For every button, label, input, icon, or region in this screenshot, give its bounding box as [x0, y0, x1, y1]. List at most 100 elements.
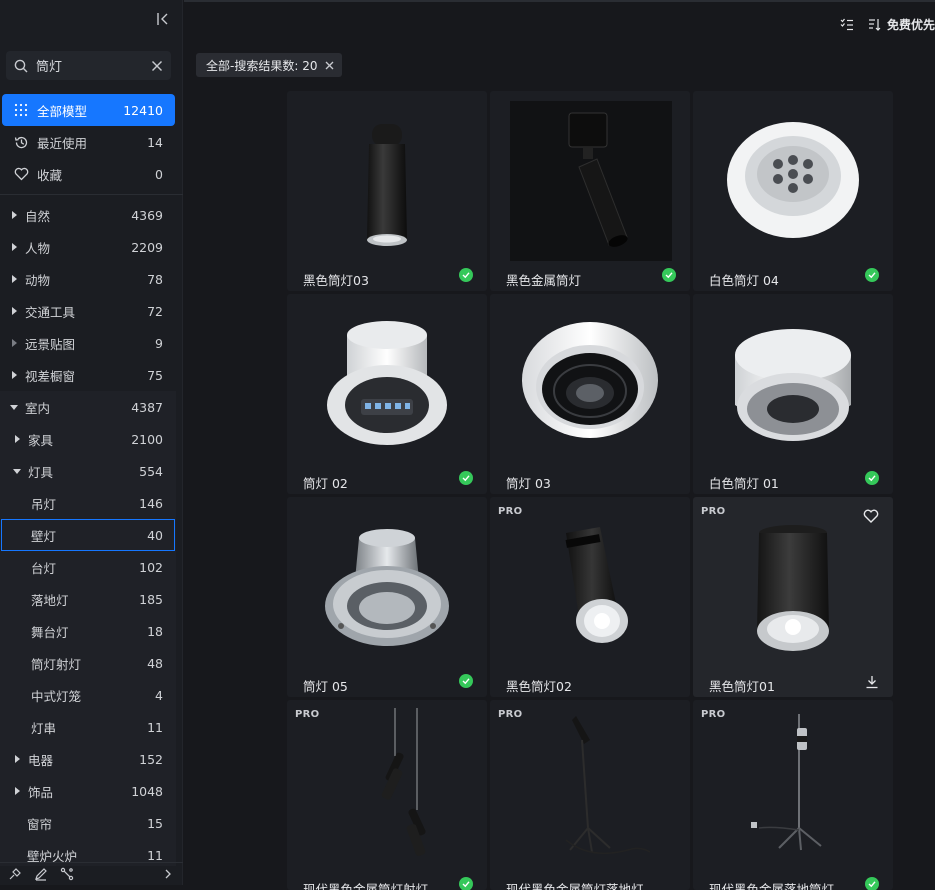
category-lighting[interactable]: 灯具 554	[0, 455, 183, 487]
model-card[interactable]: 白色筒灯 04	[693, 91, 893, 291]
category-furniture[interactable]: 家具 2100	[0, 423, 183, 455]
category-label: 远景贴图	[25, 336, 76, 352]
nav-count: 14	[147, 134, 163, 150]
top-actions: 免费优先	[840, 16, 935, 33]
model-card[interactable]: PRO 现代黑色金属筒灯射灯	[287, 700, 487, 890]
nav-count: 0	[155, 166, 163, 182]
model-card[interactable]: 黑色筒灯03	[287, 91, 487, 291]
category-count: 15	[147, 815, 163, 831]
collapse-sidebar-icon[interactable]	[156, 12, 170, 26]
category-wall-lamp[interactable]: 壁灯 40	[0, 519, 183, 551]
model-thumbnail	[693, 700, 893, 872]
category-label: 舞台灯	[31, 624, 69, 640]
category-count: 146	[139, 495, 163, 511]
category-label: 电器	[28, 752, 54, 768]
category-indoor[interactable]: 室内 4387	[0, 391, 183, 423]
category-floor-lamp[interactable]: 落地灯 185	[0, 583, 183, 615]
caret-right-icon	[11, 371, 17, 379]
filter-tag[interactable]: 全部-搜索结果数: 20	[196, 53, 343, 77]
model-thumbnail	[287, 294, 487, 466]
category-people[interactable]: 人物 2209	[0, 231, 183, 263]
downloaded-check-icon	[662, 268, 676, 282]
downloaded-check-icon	[865, 877, 879, 890]
category-label: 落地灯	[31, 592, 69, 608]
category-count: 4	[155, 687, 163, 703]
downloaded-check-icon	[459, 674, 473, 688]
model-card[interactable]: 筒灯 05	[287, 497, 487, 697]
nav-recent[interactable]: 最近使用 14	[0, 126, 183, 158]
category-parallax-windows[interactable]: 视差橱窗 75	[0, 359, 183, 391]
category-count: 185	[139, 591, 163, 607]
category-downlight-spotlight[interactable]: 筒灯射灯 48	[0, 647, 183, 679]
category-pendant-lamp[interactable]: 吊灯 146	[0, 487, 183, 519]
nav-favorites[interactable]: 收藏 0	[0, 158, 183, 190]
category-count: 40	[147, 527, 163, 543]
clear-search-icon[interactable]	[151, 60, 163, 72]
caret-right-icon	[14, 787, 20, 795]
model-thumbnail	[490, 497, 690, 669]
category-appliances[interactable]: 电器 152	[0, 743, 183, 775]
model-card[interactable]: PRO 现代黑色金属落地筒灯	[693, 700, 893, 890]
model-name: 黑色金属筒灯	[506, 273, 582, 288]
category-nature[interactable]: 自然 4369	[0, 199, 183, 231]
model-name: 白色筒灯 01	[709, 476, 779, 491]
downloaded-check-icon	[865, 268, 879, 282]
sidebar: 全部模型 12410 最近使用 14 收藏 0 自然 4369	[0, 0, 183, 885]
category-decor[interactable]: 饰品 1048	[0, 775, 183, 807]
model-card[interactable]: 筒灯 02	[287, 294, 487, 494]
category-count: 152	[139, 751, 163, 767]
model-card[interactable]: PRO 现代黑色金属筒灯落地灯	[490, 700, 690, 890]
category-label: 吊灯	[31, 496, 57, 512]
category-table-lamp[interactable]: 台灯 102	[0, 551, 183, 583]
caret-right-icon	[11, 211, 17, 219]
category-animals[interactable]: 动物 78	[0, 263, 183, 295]
category-count: 1048	[131, 783, 163, 799]
category-stage-light[interactable]: 舞台灯 18	[0, 615, 183, 647]
caret-right-icon	[11, 243, 17, 251]
caret-right-icon	[11, 339, 17, 347]
download-icon[interactable]	[865, 675, 879, 689]
sort-label: 免费优先	[886, 18, 935, 32]
category-light-string[interactable]: 灯串 11	[0, 711, 183, 743]
category-chinese-lantern[interactable]: 中式灯笼 4	[0, 679, 183, 711]
model-name: 黑色筒灯03	[303, 273, 369, 288]
model-card[interactable]: PRO 黑色筒灯02	[490, 497, 690, 697]
nav-all-models[interactable]: 全部模型 12410	[2, 94, 175, 126]
search-icon	[14, 59, 28, 72]
list-check-icon[interactable]	[840, 18, 854, 31]
category-count: 78	[147, 271, 163, 287]
brush-icon[interactable]	[8, 867, 22, 881]
category-count: 11	[147, 719, 163, 735]
model-card[interactable]: 黑色金属筒灯	[490, 91, 690, 291]
model-name: 筒灯 02	[303, 476, 348, 491]
model-card[interactable]: PRO 黑色筒灯01	[693, 497, 893, 697]
model-card[interactable]: 筒灯 03	[490, 294, 690, 494]
close-icon[interactable]	[325, 61, 334, 70]
model-name: 筒灯 05	[303, 679, 348, 694]
category-label: 灯串	[31, 720, 57, 736]
filter-tag-label: 全部-搜索结果数: 20	[206, 58, 318, 73]
category-curtains[interactable]: 窗帘 15	[0, 807, 183, 839]
model-thumbnail	[287, 497, 487, 669]
category-label: 中式灯笼	[31, 688, 82, 704]
category-label: 窗帘	[27, 816, 53, 832]
category-label: 筒灯射灯	[31, 656, 82, 672]
sort-free-first-button[interactable]: 免费优先	[868, 16, 935, 33]
category-vehicles[interactable]: 交通工具 72	[0, 295, 183, 327]
model-thumbnail	[287, 700, 487, 872]
model-thumbnail	[490, 700, 690, 872]
downloaded-check-icon	[865, 471, 879, 485]
category-distant-maps[interactable]: 远景贴图 9	[0, 327, 183, 359]
node-link-icon[interactable]	[60, 867, 74, 881]
category-label: 灯具	[28, 464, 54, 480]
pencil-icon[interactable]	[34, 867, 48, 881]
category-label: 视差橱窗	[25, 368, 76, 384]
chevron-right-icon[interactable]	[163, 868, 173, 880]
downloaded-check-icon	[459, 877, 473, 890]
model-card[interactable]: 白色筒灯 01	[693, 294, 893, 494]
category-count: 554	[139, 463, 163, 479]
search-box[interactable]	[6, 51, 171, 80]
model-name: 黑色筒灯01	[709, 679, 775, 694]
category-count: 4387	[131, 399, 163, 415]
search-input[interactable]	[36, 58, 151, 73]
